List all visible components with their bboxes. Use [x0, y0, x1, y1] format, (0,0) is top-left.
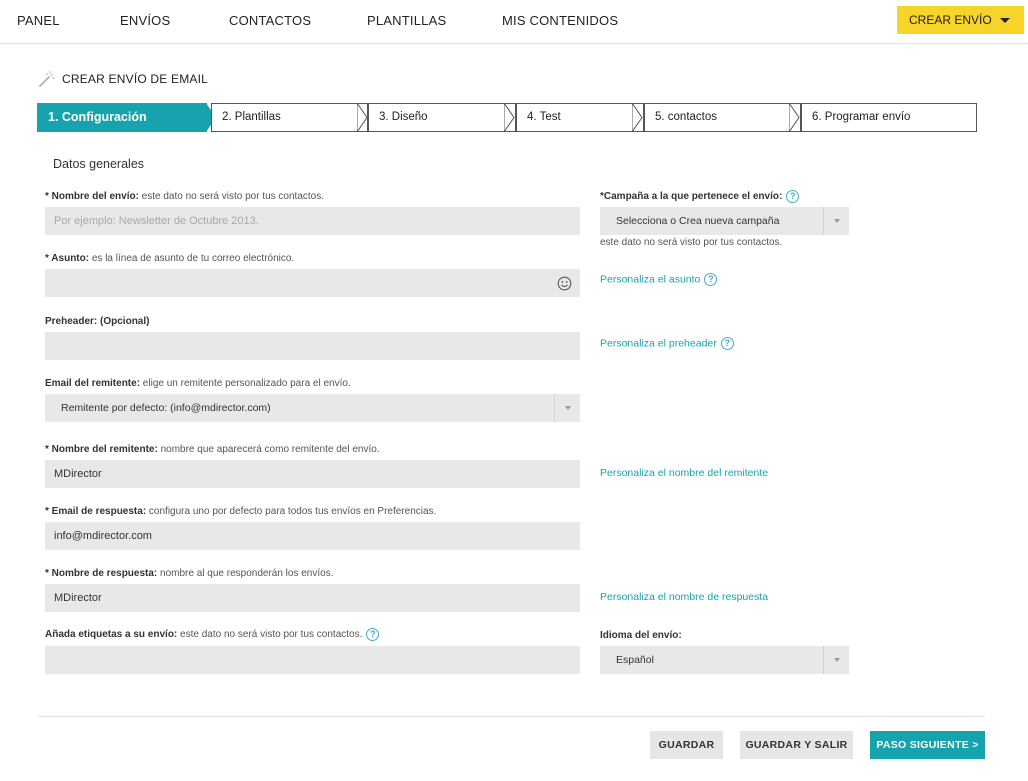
help-icon[interactable]: ?	[786, 190, 800, 203]
campana-value: Selecciona o Crea nueva campaña	[616, 215, 780, 227]
personaliza-asunto-link[interactable]: Personaliza el asunto?	[600, 273, 718, 286]
nombre-respuesta-input[interactable]: MDirector	[45, 584, 580, 612]
guardar-y-salir-button[interactable]: GUARDAR Y SALIR	[740, 731, 853, 759]
campana-hint: este dato no será visto por tus contacto…	[600, 237, 783, 248]
nav-envios[interactable]: ENVÍOS	[120, 13, 170, 28]
asunto-label-strong: * Asunto:	[45, 253, 90, 264]
idioma-label-strong: Idioma del envío:	[600, 630, 682, 641]
step-arrow-icon	[789, 103, 800, 132]
step-arrow-icon	[632, 103, 643, 132]
page-title: CREAR ENVÍO DE EMAIL	[62, 72, 209, 86]
personaliza-remitente-link[interactable]: Personaliza el nombre del remitente	[600, 467, 768, 479]
email-respuesta-desc: configura uno por defecto para todos tus…	[146, 506, 437, 517]
select-divider	[823, 646, 824, 674]
nombre-remitente-desc: nombre que aparecerá como remitente del …	[157, 444, 380, 455]
step-programar-envio[interactable]: 6. Programar envío	[801, 103, 977, 132]
nombre-envio-label-strong: * Nombre del envío:	[45, 191, 139, 202]
preheader-label: Preheader: (Opcional)	[45, 316, 149, 327]
idioma-label: Idioma del envío:	[600, 630, 682, 641]
email-remitente-label-strong: Email del remitente:	[45, 378, 141, 389]
email-respuesta-label-strong: * Email de respuesta:	[45, 506, 147, 517]
nombre-respuesta-label-strong: * Nombre de respuesta:	[45, 568, 158, 579]
etiquetas-label: Añada etiquetas a su envío: este dato no…	[45, 628, 380, 641]
magic-wand-icon	[39, 71, 55, 87]
help-icon[interactable]: ?	[366, 628, 380, 641]
asunto-input[interactable]	[45, 269, 580, 297]
email-respuesta-input[interactable]: info@mdirector.com	[45, 522, 580, 550]
nav-plantillas[interactable]: PLANTILLAS	[367, 13, 446, 28]
nombre-envio-input[interactable]: Por ejemplo: Newsletter de Octubre 2013.	[45, 207, 580, 235]
nombre-remitente-label: * Nombre del remitente: nombre que apare…	[45, 444, 380, 455]
step-contactos[interactable]: 5. contactos	[644, 103, 801, 132]
step-test[interactable]: 4. Test	[516, 103, 644, 132]
chevron-down-icon	[834, 658, 840, 662]
step-diseno[interactable]: 3. Diseño	[368, 103, 516, 132]
paso-siguiente-button[interactable]: PASO SIGUIENTE >	[870, 731, 985, 759]
nav-mis-contenidos[interactable]: MIS CONTENIDOS	[502, 13, 618, 28]
nombre-envio-desc: este dato no será visto por tus contacto…	[138, 191, 325, 202]
personaliza-asunto-text: Personaliza el asunto	[600, 273, 701, 286]
help-icon[interactable]: ?	[704, 273, 718, 286]
footer-divider	[37, 716, 985, 717]
preheader-label-strong: Preheader: (Opcional)	[45, 316, 150, 327]
section-title: Datos generales	[53, 157, 145, 171]
chevron-down-icon	[834, 219, 840, 223]
crear-envio-button[interactable]: CREAR ENVÍO	[897, 6, 1024, 34]
campana-label: *Campaña a la que pertenece el envío:?	[600, 190, 800, 203]
idioma-value: Español	[616, 654, 654, 666]
asunto-desc: es la línea de asunto de tu correo elect…	[89, 253, 295, 264]
crear-envio-label: CREAR ENVÍO	[909, 13, 992, 27]
top-navigation: PANEL ENVÍOS CONTACTOS PLANTILLAS MIS CO…	[0, 0, 1028, 44]
step-configuracion[interactable]: 1. Configuración	[37, 103, 207, 132]
caret-down-icon	[1000, 18, 1010, 23]
etiquetas-input[interactable]	[45, 646, 580, 674]
personaliza-preheader-link[interactable]: Personaliza el preheader?	[600, 337, 734, 350]
campana-label-strong: *Campaña a la que pertenece el envío:	[600, 191, 783, 203]
select-divider	[823, 207, 824, 235]
personaliza-respuesta-link[interactable]: Personaliza el nombre de respuesta	[600, 591, 768, 603]
email-remitente-select[interactable]: Remitente por defecto: (info@mdirector.c…	[45, 394, 580, 422]
chevron-down-icon	[565, 406, 571, 410]
nav-contactos[interactable]: CONTACTOS	[229, 13, 311, 28]
select-divider	[554, 394, 555, 422]
nombre-respuesta-label: * Nombre de respuesta: nombre al que res…	[45, 568, 334, 579]
email-respuesta-label: * Email de respuesta: configura uno por …	[45, 506, 436, 517]
personaliza-preheader-text: Personaliza el preheader	[600, 337, 717, 350]
step-plantillas[interactable]: 2. Plantillas	[211, 103, 368, 132]
idioma-select[interactable]: Español	[600, 646, 849, 674]
email-remitente-value: Remitente por defecto: (info@mdirector.c…	[61, 402, 271, 414]
help-icon[interactable]: ?	[720, 337, 734, 350]
preheader-input[interactable]	[45, 332, 580, 360]
step-arrow-icon	[504, 103, 515, 132]
etiquetas-label-strong: Añada etiquetas a su envío:	[45, 629, 178, 641]
campana-select[interactable]: Selecciona o Crea nueva campaña	[600, 207, 849, 235]
nav-panel[interactable]: PANEL	[17, 13, 60, 28]
nombre-respuesta-desc: nombre al que responderán los envíos.	[157, 568, 334, 579]
email-remitente-desc: elige un remitente personalizado para el…	[140, 378, 351, 389]
nombre-remitente-input[interactable]: MDirector	[45, 460, 580, 488]
email-remitente-label: Email del remitente: elige un remitente …	[45, 378, 351, 389]
guardar-button[interactable]: GUARDAR	[650, 731, 723, 759]
emoji-icon[interactable]	[557, 276, 572, 291]
nombre-envio-label: * Nombre del envío: este dato no será vi…	[45, 191, 324, 202]
nombre-remitente-label-strong: * Nombre del remitente:	[45, 444, 158, 455]
asunto-label: * Asunto: es la línea de asunto de tu co…	[45, 253, 294, 264]
etiquetas-desc: este dato no será visto por tus contacto…	[177, 629, 363, 641]
